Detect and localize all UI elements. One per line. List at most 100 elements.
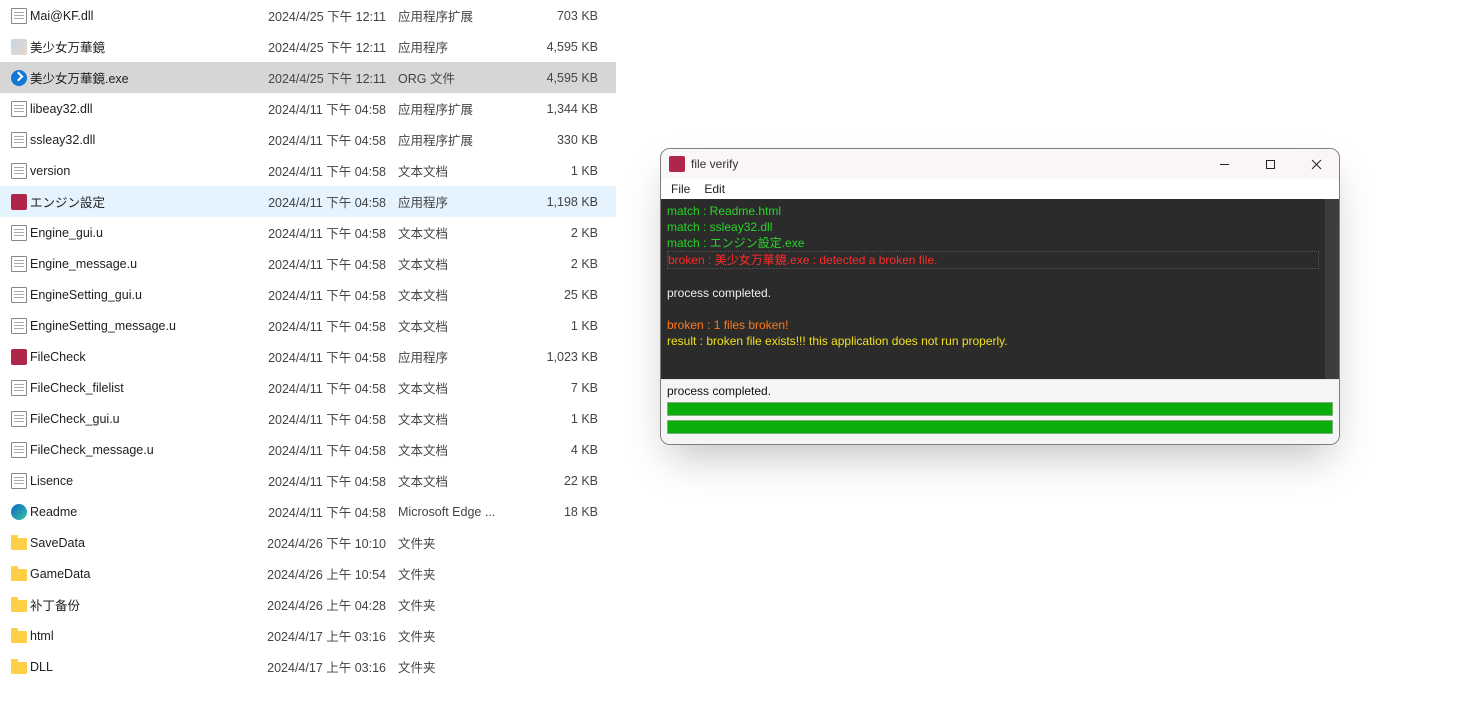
file-type: 文本文档 bbox=[398, 378, 518, 397]
file-row[interactable]: 美少女万華鏡2024/4/25 下午 12:11应用程序4,595 KB bbox=[0, 31, 616, 62]
file-name: version bbox=[30, 164, 264, 178]
file-icon bbox=[8, 380, 30, 396]
console-line: broken : 1 files broken! bbox=[667, 317, 1333, 333]
file-icon bbox=[8, 597, 30, 612]
file-date: 2024/4/11 下午 04:58 bbox=[264, 254, 398, 273]
file-row[interactable]: version2024/4/11 下午 04:58文本文档1 KB bbox=[0, 155, 616, 186]
file-type: 文本文档 bbox=[398, 254, 518, 273]
file-type: 文件夹 bbox=[398, 533, 518, 552]
file-name: libeay32.dll bbox=[30, 102, 264, 116]
file-size: 1 KB bbox=[518, 164, 598, 178]
file-type: 文件夹 bbox=[398, 595, 518, 614]
file-date: 2024/4/11 下午 04:58 bbox=[264, 192, 398, 211]
file-name: ssleay32.dll bbox=[30, 133, 264, 147]
file-date: 2024/4/11 下午 04:58 bbox=[264, 378, 398, 397]
file-size: 4,595 KB bbox=[518, 71, 598, 85]
file-type: 应用程序扩展 bbox=[398, 130, 518, 149]
file-date: 2024/4/17 上午 03:16 bbox=[264, 626, 398, 645]
file-size: 1 KB bbox=[518, 412, 598, 426]
file-row[interactable]: FileCheck2024/4/11 下午 04:58应用程序1,023 KB bbox=[0, 341, 616, 372]
file-date: 2024/4/11 下午 04:58 bbox=[264, 223, 398, 242]
file-row[interactable]: FileCheck_gui.u2024/4/11 下午 04:58文本文档1 K… bbox=[0, 403, 616, 434]
file-row[interactable]: 美少女万華鏡.exe2024/4/25 下午 12:11ORG 文件4,595 … bbox=[0, 62, 616, 93]
file-size: 2 KB bbox=[518, 257, 598, 271]
file-name: 美少女万華鏡 bbox=[30, 37, 264, 56]
console-scrollbar[interactable] bbox=[1325, 199, 1339, 379]
file-row[interactable]: EngineSetting_message.u2024/4/11 下午 04:5… bbox=[0, 310, 616, 341]
titlebar[interactable]: file verify bbox=[661, 149, 1339, 179]
file-date: 2024/4/11 下午 04:58 bbox=[264, 440, 398, 459]
file-type: 文本文档 bbox=[398, 285, 518, 304]
menu-edit[interactable]: Edit bbox=[704, 182, 725, 196]
file-type: 应用程序扩展 bbox=[398, 6, 518, 25]
file-verify-window: file verify File Edit match : Readme.htm… bbox=[660, 148, 1340, 445]
window-title: file verify bbox=[691, 157, 1201, 171]
file-row[interactable]: libeay32.dll2024/4/11 下午 04:58应用程序扩展1,34… bbox=[0, 93, 616, 124]
file-size: 25 KB bbox=[518, 288, 598, 302]
file-row[interactable]: GameData2024/4/26 上午 10:54文件夹 bbox=[0, 558, 616, 589]
maximize-button[interactable] bbox=[1247, 149, 1293, 179]
file-type: 文本文档 bbox=[398, 161, 518, 180]
close-button[interactable] bbox=[1293, 149, 1339, 179]
file-date: 2024/4/11 下午 04:58 bbox=[264, 99, 398, 118]
file-icon bbox=[8, 659, 30, 674]
file-type: 文本文档 bbox=[398, 440, 518, 459]
file-icon bbox=[8, 411, 30, 427]
file-date: 2024/4/11 下午 04:58 bbox=[264, 161, 398, 180]
file-type: 应用程序扩展 bbox=[398, 99, 518, 118]
file-name: GameData bbox=[30, 567, 264, 581]
file-row[interactable]: 补丁备份2024/4/26 上午 04:28文件夹 bbox=[0, 589, 616, 620]
file-date: 2024/4/11 下午 04:58 bbox=[264, 316, 398, 335]
file-name: 美少女万華鏡.exe bbox=[30, 68, 264, 87]
file-row[interactable]: DLL2024/4/17 上午 03:16文件夹 bbox=[0, 651, 616, 682]
progress-bar-1 bbox=[667, 402, 1333, 416]
file-icon bbox=[8, 287, 30, 303]
file-icon bbox=[8, 8, 30, 24]
console-line bbox=[667, 269, 1333, 285]
menu-file[interactable]: File bbox=[671, 182, 690, 196]
console-line: broken : 美少女万華鏡.exe : detected a broken … bbox=[667, 251, 1319, 269]
file-type: 文本文档 bbox=[398, 471, 518, 490]
file-size: 18 KB bbox=[518, 505, 598, 519]
file-icon bbox=[8, 225, 30, 241]
console-line: result : broken file exists!!! this appl… bbox=[667, 333, 1333, 349]
console-line: process completed. bbox=[667, 285, 1333, 301]
app-icon bbox=[669, 156, 685, 172]
file-size: 2 KB bbox=[518, 226, 598, 240]
minimize-button[interactable] bbox=[1201, 149, 1247, 179]
file-explorer-list: Mai@KF.dll2024/4/25 下午 12:11应用程序扩展703 KB… bbox=[0, 0, 616, 682]
file-type: 应用程序 bbox=[398, 192, 518, 211]
file-row[interactable]: Lisence2024/4/11 下午 04:58文本文档22 KB bbox=[0, 465, 616, 496]
file-row[interactable]: エンジン設定2024/4/11 下午 04:58应用程序1,198 KB bbox=[0, 186, 616, 217]
file-icon bbox=[8, 70, 30, 86]
file-row[interactable]: EngineSetting_gui.u2024/4/11 下午 04:58文本文… bbox=[0, 279, 616, 310]
file-name: html bbox=[30, 629, 264, 643]
file-row[interactable]: FileCheck_filelist2024/4/11 下午 04:58文本文档… bbox=[0, 372, 616, 403]
file-name: 补丁备份 bbox=[30, 595, 264, 614]
file-icon bbox=[8, 101, 30, 117]
file-date: 2024/4/11 下午 04:58 bbox=[264, 285, 398, 304]
file-date: 2024/4/11 下午 04:58 bbox=[264, 130, 398, 149]
file-size: 22 KB bbox=[518, 474, 598, 488]
file-date: 2024/4/26 上午 04:28 bbox=[264, 595, 398, 614]
file-row[interactable]: FileCheck_message.u2024/4/11 下午 04:58文本文… bbox=[0, 434, 616, 465]
file-row[interactable]: html2024/4/17 上午 03:16文件夹 bbox=[0, 620, 616, 651]
file-icon bbox=[8, 132, 30, 148]
file-size: 1,023 KB bbox=[518, 350, 598, 364]
file-type: ORG 文件 bbox=[398, 68, 518, 87]
file-size: 4,595 KB bbox=[518, 40, 598, 54]
file-row[interactable]: ssleay32.dll2024/4/11 下午 04:58应用程序扩展330 … bbox=[0, 124, 616, 155]
file-size: 1 KB bbox=[518, 319, 598, 333]
file-icon bbox=[8, 163, 30, 179]
file-row[interactable]: Readme2024/4/11 下午 04:58Microsoft Edge .… bbox=[0, 496, 616, 527]
file-name: EngineSetting_gui.u bbox=[30, 288, 264, 302]
file-icon bbox=[8, 442, 30, 458]
file-row[interactable]: Engine_gui.u2024/4/11 下午 04:58文本文档2 KB bbox=[0, 217, 616, 248]
file-icon bbox=[8, 349, 30, 365]
file-name: SaveData bbox=[30, 536, 264, 550]
file-type: 文件夹 bbox=[398, 626, 518, 645]
file-type: 应用程序 bbox=[398, 347, 518, 366]
file-row[interactable]: SaveData2024/4/26 下午 10:10文件夹 bbox=[0, 527, 616, 558]
file-row[interactable]: Engine_message.u2024/4/11 下午 04:58文本文档2 … bbox=[0, 248, 616, 279]
file-row[interactable]: Mai@KF.dll2024/4/25 下午 12:11应用程序扩展703 KB bbox=[0, 0, 616, 31]
